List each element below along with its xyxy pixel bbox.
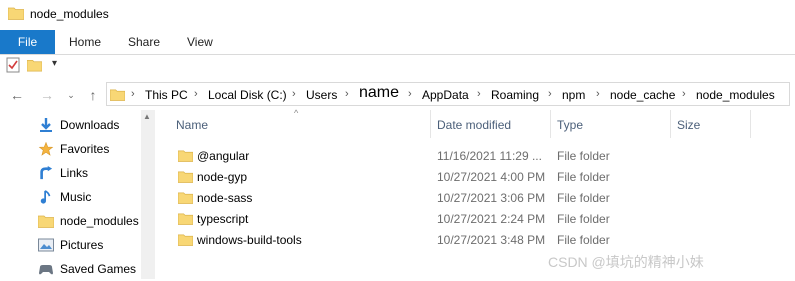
sidebar-item-label: Saved Games xyxy=(60,262,137,276)
breadcrumb-separator-icon: › xyxy=(548,88,552,100)
tab-file[interactable]: File xyxy=(0,30,55,54)
breadcrumb-separator-icon: › xyxy=(292,88,296,100)
music-note-icon xyxy=(40,190,51,204)
window-title: node_modules xyxy=(30,7,109,21)
breadcrumb-local-disk[interactable]: Local Disk (C:) xyxy=(208,88,287,102)
sidebar-item-label: node_modules xyxy=(60,214,139,228)
file-type: File folder xyxy=(557,170,610,184)
tab-home[interactable]: Home xyxy=(69,30,101,54)
sort-ascending-icon: ^ xyxy=(294,108,299,118)
folder-icon xyxy=(178,150,193,162)
download-arrow-icon xyxy=(40,118,52,132)
sidebar-item-music[interactable]: Music xyxy=(36,187,140,209)
watermark-text: CSDN @填坑的精神小妹 xyxy=(548,254,704,270)
breadcrumb-separator-icon: › xyxy=(682,88,686,100)
breadcrumb-separator-icon: › xyxy=(408,88,412,100)
column-divider[interactable] xyxy=(750,110,751,138)
sidebar-scrollbar[interactable] xyxy=(141,110,155,279)
column-header-type[interactable]: Type xyxy=(557,118,583,132)
column-header-date-modified[interactable]: Date modified xyxy=(437,118,511,132)
column-header-name[interactable]: Name xyxy=(176,118,208,132)
file-date: 10/27/2021 3:48 PM xyxy=(437,233,546,247)
tab-view[interactable]: View xyxy=(187,30,213,54)
link-arrow-icon xyxy=(40,166,53,180)
file-date: 11/16/2021 11:29 ... xyxy=(437,149,542,163)
folder-icon xyxy=(178,192,193,204)
tab-share[interactable]: Share xyxy=(128,30,160,54)
breadcrumb-user-name[interactable]: name xyxy=(359,84,399,102)
breadcrumb-roaming[interactable]: Roaming xyxy=(491,88,539,102)
file-name[interactable]: @angular xyxy=(197,149,249,163)
file-date: 10/27/2021 3:06 PM xyxy=(437,191,546,205)
up-arrow-icon[interactable]: ↑ xyxy=(84,86,102,104)
file-type: File folder xyxy=(557,212,610,226)
folder-icon xyxy=(38,215,54,228)
breadcrumb-npm[interactable]: npm xyxy=(562,88,585,102)
title-bar xyxy=(0,0,795,30)
breadcrumb-separator-icon: › xyxy=(477,88,481,100)
sidebar-item-label: Pictures xyxy=(60,238,104,252)
sidebar-item-label: Links xyxy=(60,166,89,180)
column-divider[interactable] xyxy=(670,110,671,138)
sidebar-item-saved-games[interactable]: Saved Games xyxy=(36,259,140,281)
star-icon xyxy=(38,142,54,156)
breadcrumb-users[interactable]: Users xyxy=(306,88,337,102)
breadcrumb-separator-icon: › xyxy=(596,88,600,100)
file-type: File folder xyxy=(557,191,610,205)
scroll-up-arrow-icon[interactable]: ▲ xyxy=(143,112,151,121)
column-header-size[interactable]: Size xyxy=(677,118,700,132)
breadcrumb-node-modules[interactable]: node_modules xyxy=(696,88,775,102)
column-divider[interactable] xyxy=(430,110,431,138)
column-divider[interactable] xyxy=(550,110,551,138)
saved-games-icon xyxy=(39,265,53,275)
file-date: 10/27/2021 2:24 PM xyxy=(437,212,546,226)
customize-toolbar-dropdown[interactable]: ▾ xyxy=(52,58,57,69)
sidebar-item-label: Downloads xyxy=(60,118,120,132)
folder-icon xyxy=(178,171,193,183)
forward-arrow-icon[interactable]: → xyxy=(38,86,56,104)
breadcrumb-appdata[interactable]: AppData xyxy=(422,88,469,102)
breadcrumb-separator-icon: › xyxy=(345,88,349,100)
folder-icon xyxy=(110,89,125,101)
recent-locations-chevron-icon[interactable]: ⌄ xyxy=(62,86,80,104)
file-name[interactable]: typescript xyxy=(197,212,248,226)
new-folder-icon[interactable] xyxy=(27,58,42,72)
pictures-icon xyxy=(38,238,54,252)
breadcrumb-separator-icon: › xyxy=(194,88,198,100)
breadcrumb-this-pc[interactable]: This PC xyxy=(145,88,188,102)
file-type: File folder xyxy=(557,233,610,247)
sidebar-item-links[interactable]: Links xyxy=(36,163,140,185)
properties-icon[interactable] xyxy=(6,57,20,73)
file-name[interactable]: node-sass xyxy=(197,191,252,205)
folder-icon xyxy=(178,213,193,225)
folder-icon xyxy=(8,7,24,20)
sidebar-item-pictures[interactable]: Pictures xyxy=(36,235,140,257)
ribbon-bar xyxy=(0,30,795,55)
sidebar-item-favorites[interactable]: Favorites xyxy=(36,139,140,161)
file-name[interactable]: windows-build-tools xyxy=(197,233,302,247)
sidebar-item-node-modules[interactable]: node_modules xyxy=(36,211,140,233)
file-date: 10/27/2021 4:00 PM xyxy=(437,170,546,184)
sidebar-item-label: Favorites xyxy=(60,142,110,156)
file-type: File folder xyxy=(557,149,610,163)
back-arrow-icon[interactable]: ← xyxy=(8,86,26,104)
breadcrumb-node-cache[interactable]: node_cache xyxy=(610,88,675,102)
breadcrumb-separator-icon: › xyxy=(131,88,135,100)
folder-icon xyxy=(178,234,193,246)
sidebar-item-downloads[interactable]: Downloads xyxy=(36,115,140,137)
sidebar-item-label: Music xyxy=(60,190,92,204)
file-name[interactable]: node-gyp xyxy=(197,170,247,184)
